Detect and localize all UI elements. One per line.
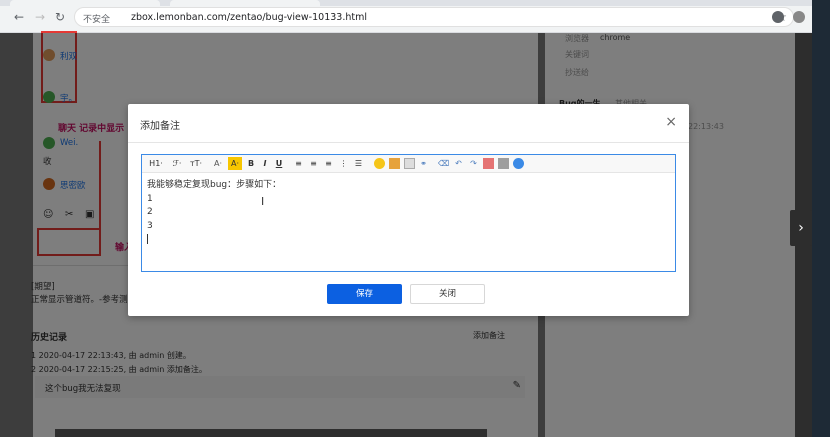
- ibeam-cursor-icon: I: [261, 195, 265, 208]
- editor-content[interactable]: 我能够稳定复现bug：步骤如下： 1 2 3: [147, 179, 667, 247]
- ordered-list-icon[interactable]: ⋮: [338, 157, 349, 170]
- background-color-button[interactable]: A·: [228, 157, 242, 170]
- browser-tab-active[interactable]: [170, 0, 320, 6]
- unordered-list-icon[interactable]: ☰: [353, 157, 364, 170]
- content-line: 3: [147, 220, 153, 231]
- reload-icon[interactable]: ↻: [52, 9, 68, 25]
- editor-toolbar: H1· ℱ· тT· A· A· B I U ≡ ≡ ≡ ⋮ ☰ ⚭ ⌫ ↶ ↷: [142, 155, 675, 173]
- browser-tab[interactable]: [10, 0, 160, 6]
- font-family-button[interactable]: ℱ·: [168, 157, 186, 170]
- underline-button[interactable]: U: [274, 157, 284, 170]
- image-insert-icon[interactable]: [389, 158, 400, 169]
- forward-icon[interactable]: →: [32, 9, 48, 25]
- page-break-icon[interactable]: [498, 158, 509, 169]
- source-icon[interactable]: [483, 158, 494, 169]
- content-line: 2: [147, 207, 153, 217]
- divider: [128, 142, 689, 143]
- link-icon[interactable]: ⚭: [418, 157, 429, 170]
- font-color-button[interactable]: A·: [210, 157, 226, 170]
- next-arrow-icon[interactable]: ›: [790, 210, 812, 246]
- bold-button[interactable]: B: [246, 157, 256, 170]
- bottom-bar: [55, 429, 487, 437]
- font-size-button[interactable]: тT·: [187, 157, 205, 170]
- back-icon[interactable]: ←: [11, 9, 27, 25]
- eraser-icon[interactable]: ⌫: [438, 157, 449, 170]
- content-line: 1: [147, 193, 153, 204]
- emoticon-icon[interactable]: [374, 158, 385, 169]
- text-caret: [147, 233, 667, 247]
- align-center-icon[interactable]: ≡: [308, 157, 319, 170]
- extension-icon[interactable]: [772, 11, 784, 23]
- insecure-label: 不安全: [83, 15, 111, 25]
- align-right-icon[interactable]: ≡: [323, 157, 334, 170]
- align-left-icon[interactable]: ≡: [293, 157, 304, 170]
- content-line: 我能够稳定复现bug：步骤如下：: [147, 180, 282, 190]
- undo-icon[interactable]: ↶: [453, 157, 464, 170]
- desktop-edge: [812, 0, 830, 437]
- close-button[interactable]: 关闭: [410, 284, 485, 304]
- help-icon[interactable]: [513, 158, 524, 169]
- redo-icon[interactable]: ↷: [468, 157, 479, 170]
- address-bar[interactable]: 不安全 zbox.lemonban.com/zentao/bug-view-10…: [74, 7, 794, 27]
- url-text: zbox.lemonban.com/zentao/bug-view-10133.…: [131, 12, 367, 23]
- heading-button[interactable]: H1·: [146, 157, 166, 170]
- browser-toolbar: ← → ↻ 不安全 zbox.lemonban.com/zentao/bug-v…: [0, 0, 830, 33]
- save-button[interactable]: 保存: [327, 284, 402, 304]
- tab-strip: [0, 0, 812, 6]
- dialog-title: 添加备注: [140, 121, 180, 132]
- italic-button[interactable]: I: [260, 157, 270, 170]
- close-icon[interactable]: ×: [665, 114, 677, 130]
- profile-avatar[interactable]: [793, 11, 805, 23]
- add-note-dialog: 添加备注 × H1· ℱ· тT· A· A· B I U ≡ ≡ ≡ ⋮ ☰ …: [128, 104, 689, 316]
- rich-text-editor[interactable]: H1· ℱ· тT· A· A· B I U ≡ ≡ ≡ ⋮ ☰ ⚭ ⌫ ↶ ↷…: [141, 154, 676, 272]
- table-icon[interactable]: [404, 158, 415, 169]
